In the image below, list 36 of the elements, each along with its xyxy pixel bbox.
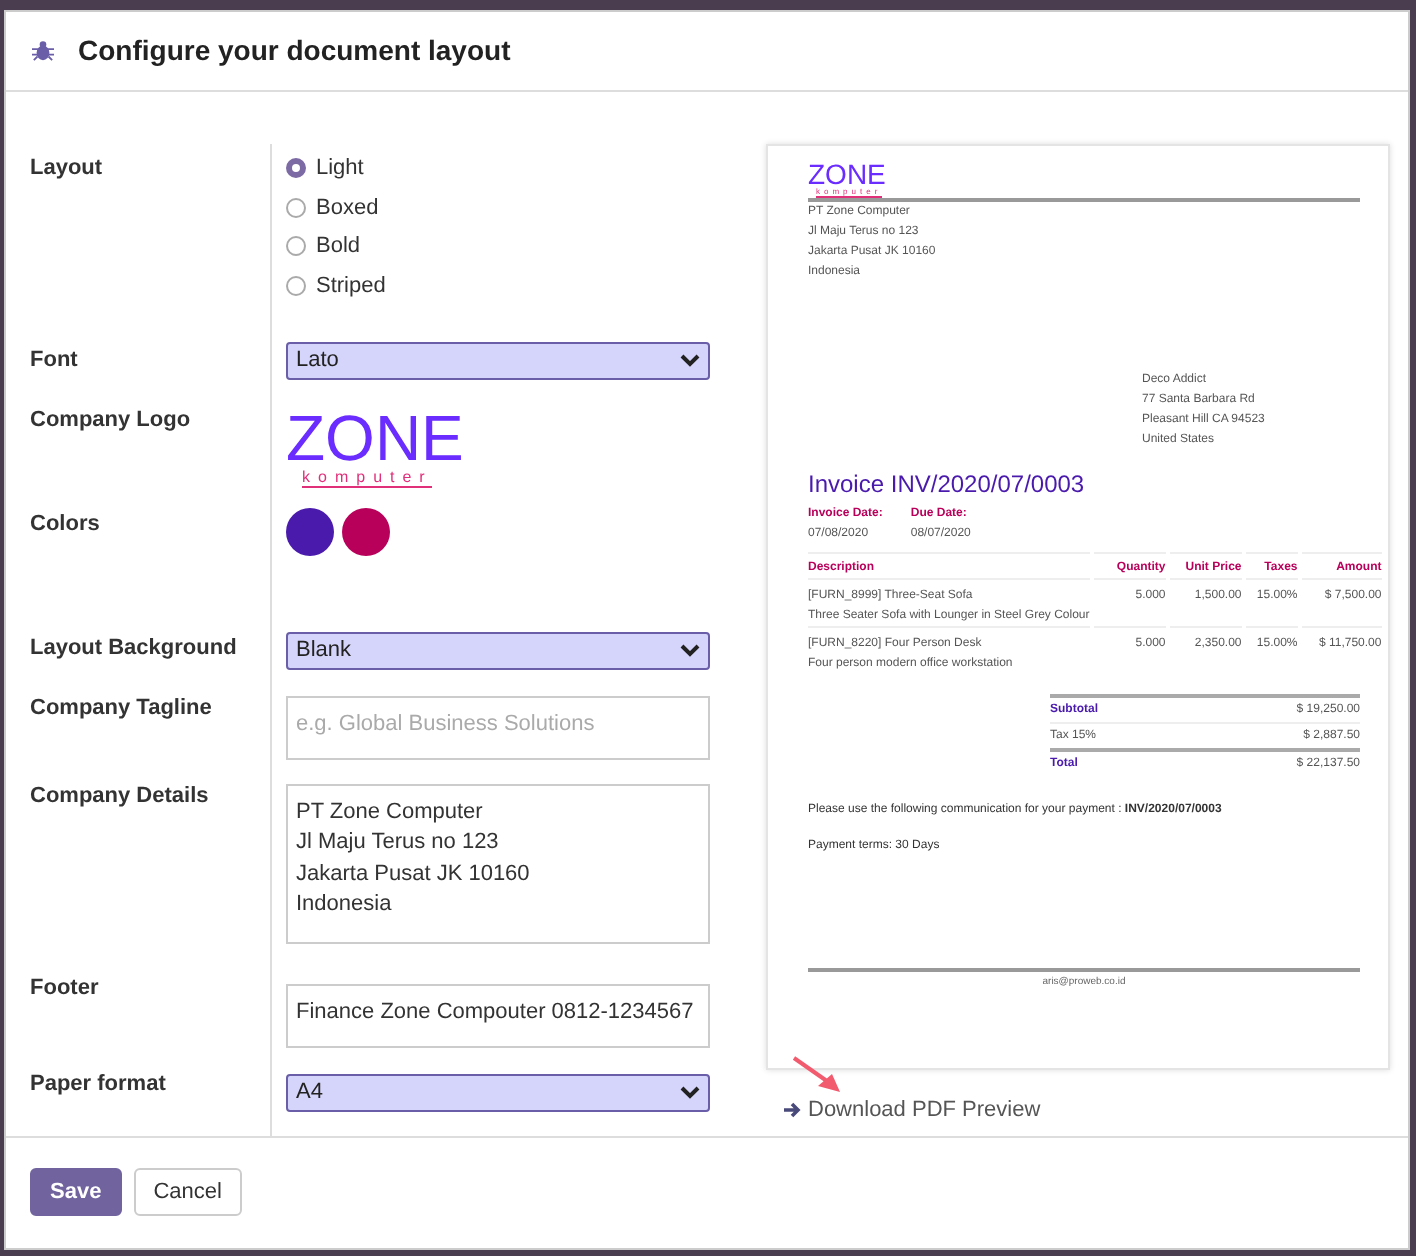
field-label: Company Tagline bbox=[30, 693, 214, 724]
invoice-title: Invoice INV/2020/07/0003 bbox=[808, 469, 1087, 498]
font-select[interactable]: Lato bbox=[286, 341, 710, 380]
field-label: Paper format bbox=[30, 1069, 168, 1100]
chevron-icon bbox=[680, 643, 700, 658]
field-label: Colors bbox=[30, 509, 102, 540]
field-label: Layout Background bbox=[30, 633, 239, 664]
radio-button[interactable] bbox=[286, 158, 306, 179]
layout-radio-option[interactable]: Bold bbox=[286, 227, 361, 267]
download-pdf-link[interactable]: Download PDF Preview bbox=[784, 1097, 1041, 1122]
field-label: Footer bbox=[30, 973, 101, 1004]
radio-button[interactable] bbox=[286, 275, 306, 296]
background-select[interactable]: Blank bbox=[286, 631, 710, 670]
dialog-button[interactable]: Cancel bbox=[133, 1168, 242, 1217]
layout-radio-option[interactable]: Striped bbox=[286, 266, 386, 306]
radio-button[interactable] bbox=[286, 236, 306, 257]
dialog-title: Configure your document layout bbox=[78, 34, 511, 67]
paper-format-select[interactable]: A4 bbox=[286, 1073, 710, 1112]
field-label: Company Details bbox=[30, 781, 211, 812]
color-swatch[interactable] bbox=[286, 507, 334, 556]
chevron-icon bbox=[680, 1085, 700, 1100]
annotation-arrow bbox=[790, 1053, 846, 1098]
color-swatch[interactable] bbox=[342, 507, 390, 556]
radio-button[interactable] bbox=[286, 197, 306, 218]
field-label: Font bbox=[30, 345, 80, 376]
chevron-icon bbox=[680, 353, 700, 368]
field-label: Company Logo bbox=[30, 405, 193, 436]
company-details-field[interactable]: PT Zone Computer Jl Maju Terus no 123 Jakarta Pusat JK 10160 Indonesia bbox=[286, 783, 710, 944]
field-label: Layout bbox=[30, 153, 105, 184]
bug-icon bbox=[32, 39, 54, 62]
dialog-button[interactable]: Save bbox=[30, 1168, 122, 1217]
company-logo: ZONE komputer bbox=[286, 405, 464, 489]
layout-radio-option[interactable]: Boxed bbox=[286, 188, 379, 228]
footer-input-field[interactable]: Finance Zone Compouter 0812-1234567 bbox=[286, 983, 710, 1048]
layout-radio-option[interactable]: Light bbox=[286, 149, 364, 189]
arrow-right-icon bbox=[784, 1101, 802, 1118]
